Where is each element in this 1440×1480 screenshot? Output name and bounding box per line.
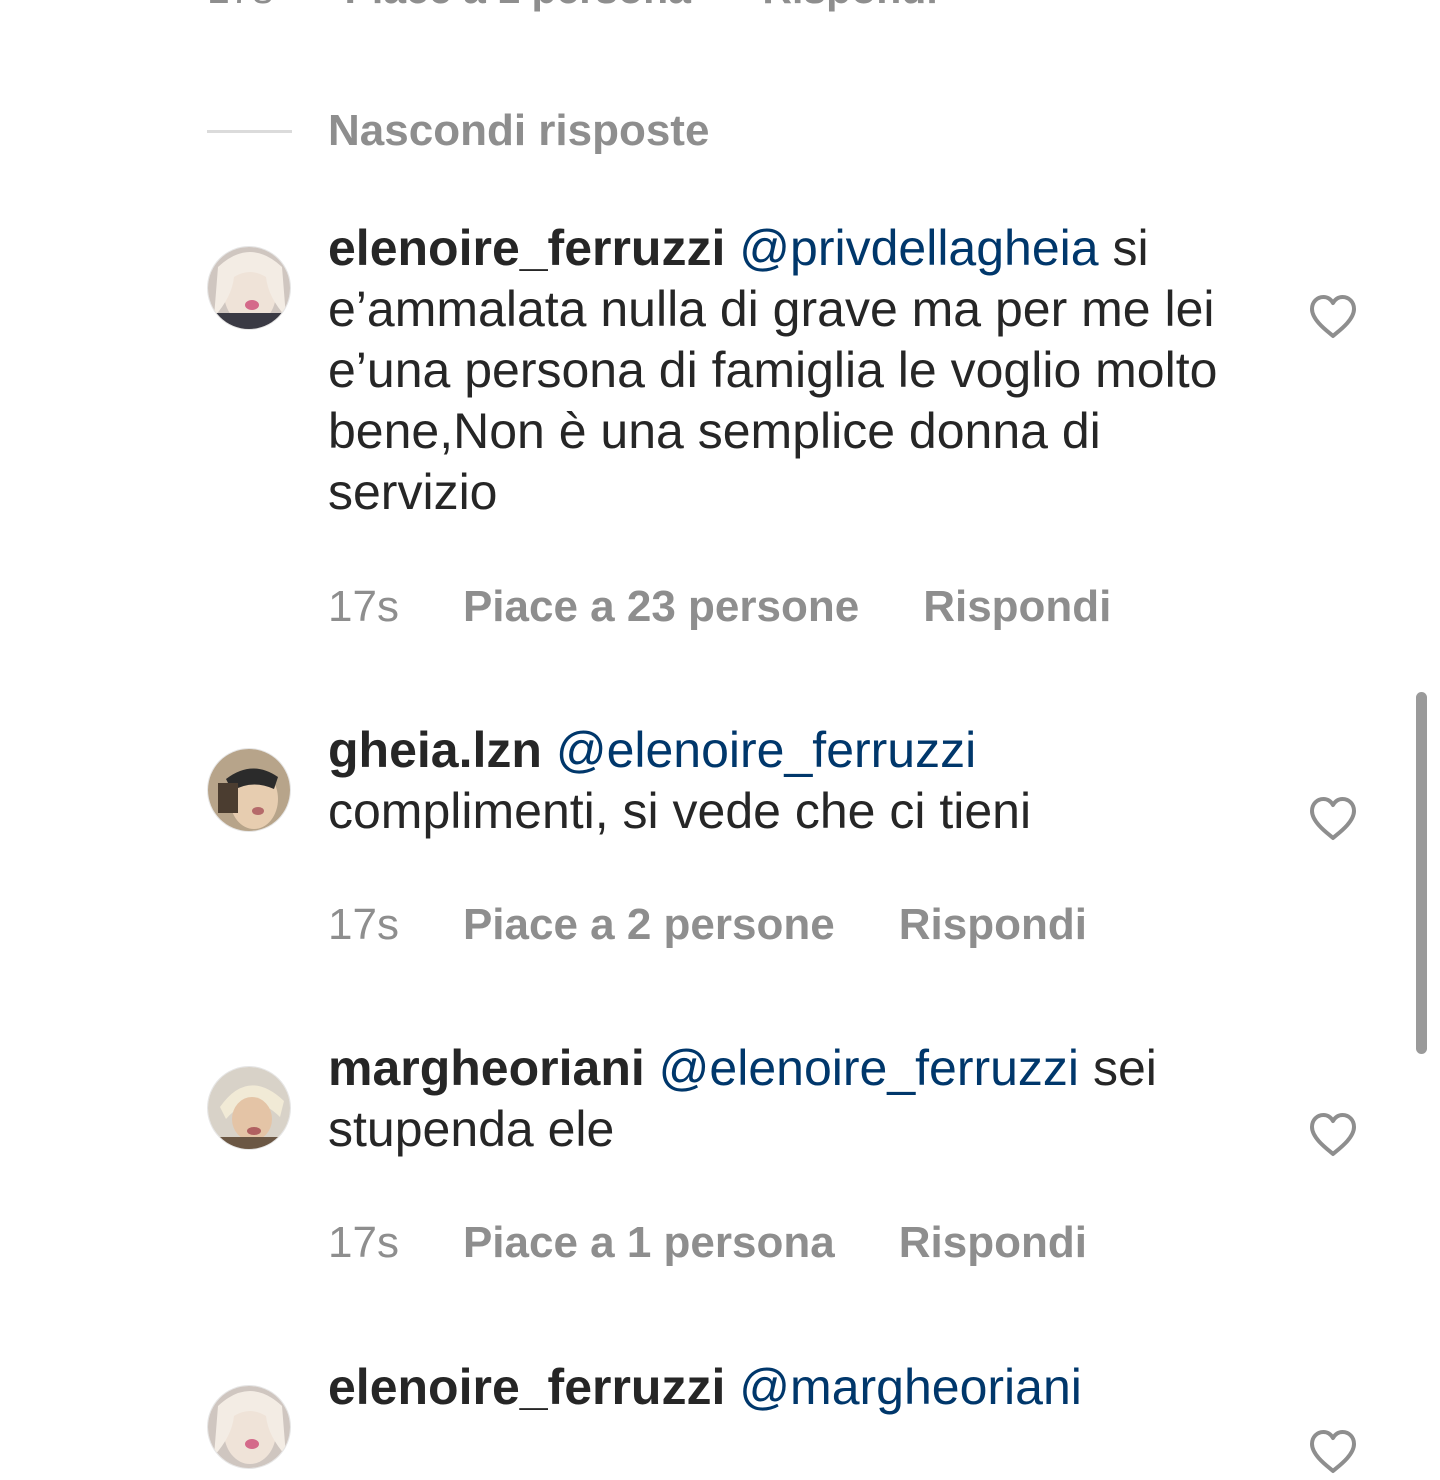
comment-username[interactable]: gheia.lzn xyxy=(328,722,542,778)
heart-outline-icon[interactable] xyxy=(1308,294,1358,340)
comment-text: elenoire_ferruzzi @privdellagheia si e’a… xyxy=(328,218,1228,523)
comment-mention[interactable]: @elenoire_ferruzzi xyxy=(556,722,976,778)
avatar[interactable] xyxy=(207,246,291,330)
avatar[interactable] xyxy=(207,748,291,832)
heart-outline-icon[interactable] xyxy=(1308,796,1358,842)
hide-replies-button[interactable]: Nascondi risposte xyxy=(328,106,709,156)
comment-mention[interactable]: @privdellagheia xyxy=(739,220,1098,276)
reply-button[interactable]: Rispondi xyxy=(899,900,1087,950)
heart-outline-icon[interactable] xyxy=(1308,1429,1358,1475)
reply-button[interactable]: Rispondi xyxy=(762,0,937,12)
comment-likes[interactable]: Piace a 23 persone xyxy=(463,582,859,632)
comment-time: 17s xyxy=(328,900,399,949)
reply-button[interactable]: Rispondi xyxy=(899,1218,1087,1268)
comment-meta: 17s Piace a 23 persone Rispondi xyxy=(328,582,1111,632)
comment-meta: 17s Piace a 2 persone Rispondi xyxy=(328,900,1087,950)
comment-likes[interactable]: Piace a 1 persona xyxy=(345,0,691,12)
hide-replies-divider xyxy=(207,129,292,133)
hide-replies-row[interactable]: Nascondi risposte xyxy=(207,104,709,158)
comment-likes[interactable]: Piace a 1 persona xyxy=(463,1218,835,1268)
comment-username[interactable]: elenoire_ferruzzi xyxy=(328,1359,725,1415)
comment-time: 17s xyxy=(328,582,399,631)
comment-mention[interactable]: @margheoriani xyxy=(739,1359,1082,1415)
reply-button[interactable]: Rispondi xyxy=(923,582,1111,632)
comment-meta: 17s Piace a 1 persona Rispondi xyxy=(328,1218,1087,1268)
comment-text: gheia.lzn @elenoire_ferruzzi complimenti… xyxy=(328,720,1228,842)
comment-username[interactable]: elenoire_ferruzzi xyxy=(328,220,725,276)
avatar[interactable] xyxy=(207,1385,291,1469)
comment-body: complimenti, si vede che ci tieni xyxy=(328,783,1032,839)
comment-text: margheoriani @elenoire_ferruzzi sei stup… xyxy=(328,1038,1228,1160)
scrollbar[interactable] xyxy=(1416,692,1427,1054)
comment-time: 17s xyxy=(328,1218,399,1267)
avatar[interactable] xyxy=(207,1066,291,1150)
comment-text: elenoire_ferruzzi @margheoriani xyxy=(328,1357,1228,1418)
previous-comment-meta: 17s Piace a 1 persona Rispondi xyxy=(207,0,1207,26)
comment-username[interactable]: margheoriani xyxy=(328,1040,645,1096)
comment-time: 17s xyxy=(207,0,273,12)
heart-outline-icon[interactable] xyxy=(1308,1112,1358,1158)
comment-mention[interactable]: @elenoire_ferruzzi xyxy=(659,1040,1079,1096)
comment-likes[interactable]: Piace a 2 persone xyxy=(463,900,835,950)
